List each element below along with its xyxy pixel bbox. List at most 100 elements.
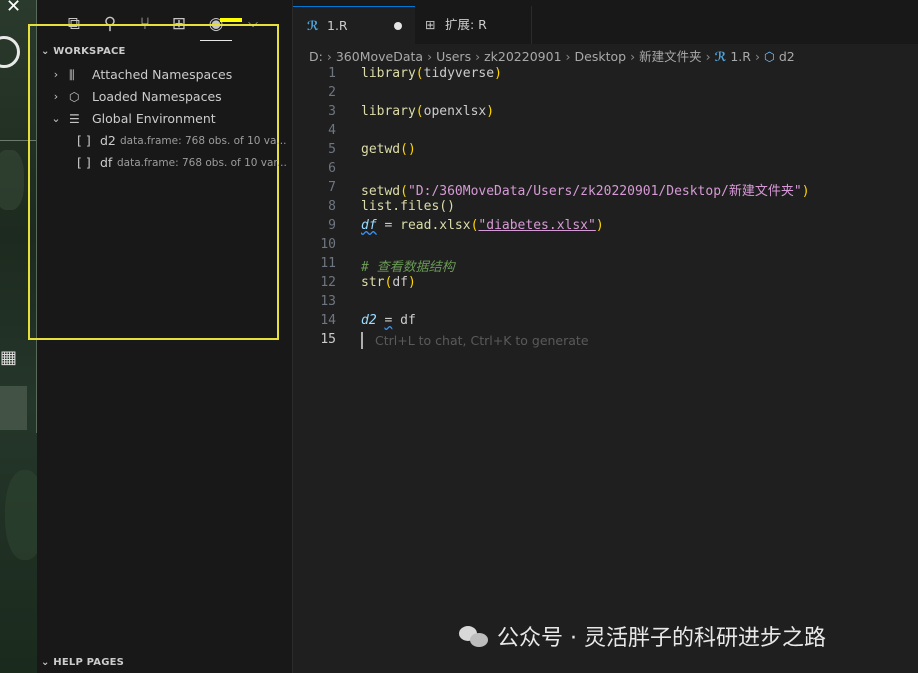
watermark-text: 公众号 · 灵活胖子的科研进步之路 bbox=[497, 626, 826, 651]
r-workspace-icon[interactable]: ◉ bbox=[205, 13, 227, 35]
line-number: 5 bbox=[328, 142, 336, 157]
code-line-14[interactable]: d2 = df bbox=[361, 313, 416, 328]
chevron-down-icon: ⌄ bbox=[51, 112, 61, 125]
desktop-background: ✕ ▦ bbox=[0, 0, 37, 673]
code-variable: d2 bbox=[361, 313, 377, 328]
variable-description: data.frame: 768 obs. of 10 va... bbox=[120, 135, 287, 147]
text-cursor bbox=[361, 332, 363, 349]
code-line-8[interactable]: list.files() bbox=[361, 199, 455, 214]
line-number: 6 bbox=[328, 161, 336, 176]
line-number: 12 bbox=[320, 275, 336, 290]
code-variable: df bbox=[361, 218, 377, 233]
code-function: library bbox=[361, 66, 416, 81]
line-number: 1 bbox=[328, 66, 336, 81]
variable-item-df[interactable]: [ ] df data.frame: 768 obs. of 10 var... bbox=[37, 152, 292, 174]
line-number: 9 bbox=[328, 218, 336, 233]
code-line-1[interactable]: library(tidyverse) bbox=[361, 66, 502, 81]
code-argument: df bbox=[392, 275, 408, 290]
code-string: "diabetes.xlsx" bbox=[478, 218, 596, 233]
search-icon[interactable]: ⚲ bbox=[99, 13, 121, 35]
code-line-12[interactable]: str(df) bbox=[361, 275, 416, 290]
code-function: setwd bbox=[361, 184, 401, 199]
breadcrumb-item[interactable]: Users bbox=[436, 49, 471, 64]
help-pages-section-header[interactable]: ⌄ HELP PAGES bbox=[41, 657, 124, 668]
breadcrumb-item[interactable]: 360MoveData bbox=[336, 49, 423, 64]
r-file-icon: ℛ bbox=[714, 49, 727, 64]
tab-label: 1.R bbox=[327, 18, 348, 33]
code-string: "D:/360MoveData/Users/zk20220901/Desktop… bbox=[407, 184, 802, 199]
chevron-right-icon: › bbox=[53, 68, 59, 81]
workspace-section-header[interactable]: ⌄ WORKSPACE bbox=[41, 46, 126, 57]
chevron-right-icon: › bbox=[53, 90, 59, 103]
chevron-down-icon: ⌄ bbox=[41, 46, 50, 57]
qr-code-icon[interactable]: ▦ bbox=[0, 346, 17, 370]
tree-item-label: Attached Namespaces bbox=[92, 67, 233, 82]
tree-item-label: Loaded Namespaces bbox=[92, 89, 222, 104]
variable-bracket: [ ] bbox=[77, 133, 91, 148]
background-foliage bbox=[5, 470, 37, 560]
editor-tabs: ℛ 1.R ⊞ 扩展: R bbox=[293, 0, 918, 45]
tree-item-loaded-namespaces[interactable]: › ⬡ Loaded Namespaces bbox=[37, 86, 292, 108]
chevron-down-icon: ⌄ bbox=[41, 657, 50, 668]
code-function: getwd bbox=[361, 142, 401, 157]
unsaved-dot-icon[interactable] bbox=[394, 22, 402, 30]
variable-item-d2[interactable]: [ ] d2 data.frame: 768 obs. of 10 va... bbox=[37, 130, 292, 152]
breadcrumb: D: › 360MoveData › Users › zk20220901 › Desktop ›… bbox=[309, 46, 795, 65]
tab-label: 扩展: R bbox=[445, 17, 487, 32]
breadcrumb-item[interactable]: 1.R bbox=[730, 49, 751, 64]
line-number: 10 bbox=[320, 237, 336, 252]
tree-item-attached-namespaces[interactable]: › ⫼ Attached Namespaces bbox=[37, 64, 292, 86]
code-function: library bbox=[361, 104, 416, 119]
library-icon: ⫼ bbox=[69, 68, 75, 82]
list-icon: ☰ bbox=[69, 112, 80, 126]
variable-name: df bbox=[100, 155, 113, 170]
line-number: 15 bbox=[320, 332, 336, 347]
close-icon[interactable]: ✕ bbox=[6, 0, 21, 17]
code-line-5[interactable]: getwd() bbox=[361, 142, 416, 157]
line-number: 2 bbox=[328, 85, 336, 100]
tab-extension-r[interactable]: ⊞ 扩展: R bbox=[415, 6, 532, 44]
breadcrumb-item[interactable]: Desktop bbox=[575, 49, 627, 64]
code-operator: = bbox=[384, 218, 393, 233]
side-panel-button[interactable] bbox=[0, 386, 27, 430]
code-line-11-comment[interactable]: # 查看数据结构 bbox=[361, 256, 455, 275]
line-number: 13 bbox=[320, 294, 336, 309]
source-control-icon[interactable]: ⑂ bbox=[134, 13, 156, 35]
code-argument: tidyverse bbox=[423, 66, 495, 81]
code-line-7[interactable]: setwd("D:/360MoveData/Users/zk20220901/D… bbox=[361, 180, 810, 199]
code-argument: openxlsx bbox=[423, 104, 487, 119]
breadcrumb-item[interactable]: D: bbox=[309, 49, 323, 64]
tree-item-global-environment[interactable]: ⌄ ☰ Global Environment bbox=[37, 108, 292, 130]
background-foliage bbox=[0, 150, 24, 210]
breadcrumb-item[interactable]: zk20220901 bbox=[484, 49, 561, 64]
variable-description: data.frame: 768 obs. of 10 var... bbox=[117, 157, 287, 169]
line-number: 11 bbox=[320, 256, 336, 271]
active-indicator bbox=[200, 40, 232, 41]
annotation-marker bbox=[220, 18, 242, 22]
breadcrumb-item[interactable]: 新建文件夹 bbox=[639, 46, 702, 65]
symbol-icon: ⬡ bbox=[763, 49, 775, 64]
line-number: 14 bbox=[320, 313, 336, 328]
chevron-down-icon[interactable]: ⌵ bbox=[242, 13, 264, 35]
code-line-3[interactable]: library(openxlsx) bbox=[361, 104, 494, 119]
code-function: str bbox=[361, 275, 385, 290]
editor-area: ℛ 1.R ⊞ 扩展: R D: › 360MoveData › Users › zk202… bbox=[293, 0, 918, 673]
package-icon: ⬡ bbox=[69, 90, 80, 104]
line-number: 8 bbox=[328, 199, 336, 214]
code-line-9[interactable]: df = read.xlsx("diabetes.xlsx") bbox=[361, 218, 604, 233]
variable-bracket: [ ] bbox=[77, 155, 91, 170]
ai-hint-text: Ctrl+L to chat, Ctrl+K to generate bbox=[375, 333, 589, 348]
explorer-icon[interactable]: ⧉ bbox=[63, 13, 85, 35]
brightness-icon[interactable] bbox=[0, 36, 20, 68]
line-number: 3 bbox=[328, 104, 336, 119]
tab-1r[interactable]: ℛ 1.R bbox=[293, 6, 415, 45]
line-number: 4 bbox=[328, 123, 336, 138]
code-operator: = bbox=[384, 313, 393, 328]
divider bbox=[0, 140, 36, 141]
code-function: read.xlsx bbox=[400, 218, 471, 233]
code-value: df bbox=[400, 313, 416, 328]
breadcrumb-item[interactable]: d2 bbox=[779, 49, 795, 64]
extensions-icon[interactable]: ⊞ bbox=[168, 13, 190, 35]
extensions-icon: ⊞ bbox=[425, 17, 436, 32]
variable-name: d2 bbox=[100, 133, 116, 148]
